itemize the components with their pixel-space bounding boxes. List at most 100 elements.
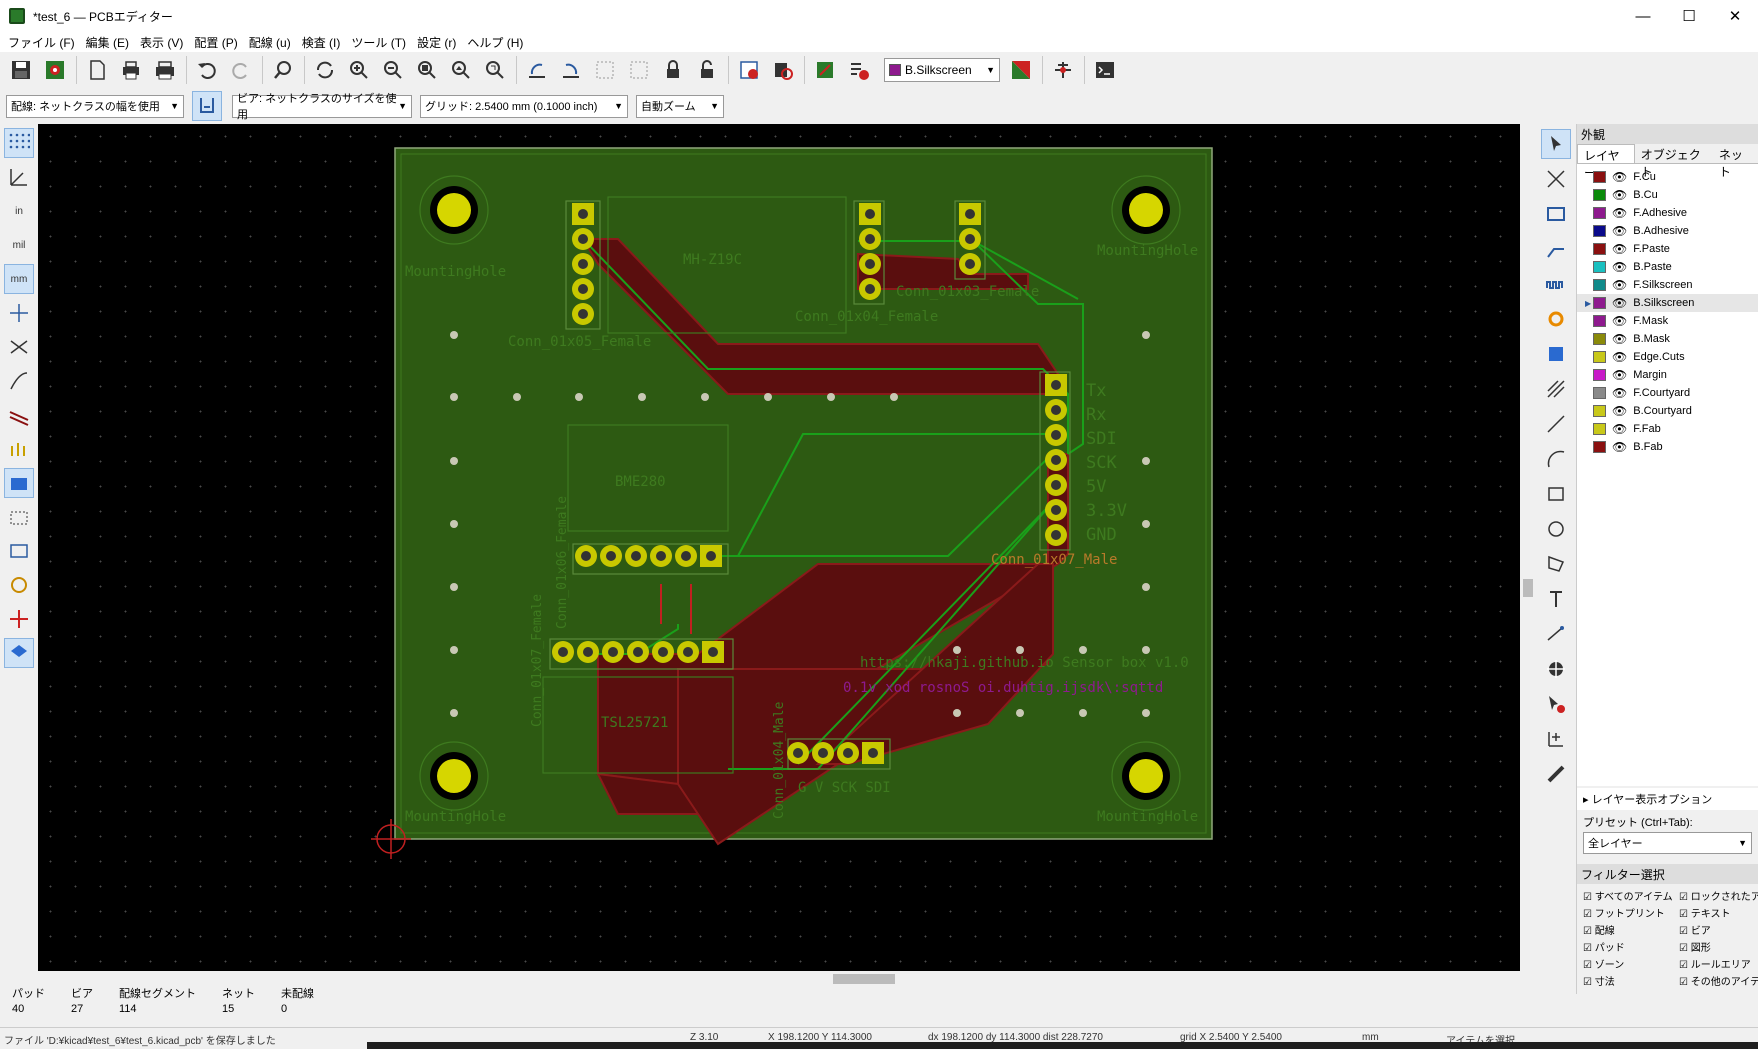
layer-color-swatch[interactable]: [1593, 171, 1606, 183]
layer-row[interactable]: 👁 Margin: [1577, 366, 1758, 384]
mirror-icon[interactable]: [590, 55, 620, 85]
layer-row[interactable]: 👁 F.Silkscreen: [1577, 276, 1758, 294]
filter-checkbox[interactable]: ☑ ルールエリア: [1679, 956, 1758, 971]
save-icon[interactable]: [6, 55, 36, 85]
draw-rectangle-icon[interactable]: [1541, 479, 1571, 509]
filter-checkbox[interactable]: ☑ フットプリント: [1583, 905, 1679, 920]
schematic-icon[interactable]: [1048, 55, 1078, 85]
menu-file[interactable]: ファイル (F): [8, 34, 75, 51]
layer-manager-icon[interactable]: [4, 638, 34, 668]
filter-checkbox[interactable]: ☑ テキスト: [1679, 905, 1758, 920]
layer-row[interactable]: 👁 B.Cu: [1577, 186, 1758, 204]
eye-icon[interactable]: 👁: [1612, 296, 1627, 310]
find-icon[interactable]: [268, 55, 298, 85]
filter-checkbox[interactable]: ☑ 寸法: [1583, 973, 1679, 988]
netlist-icon[interactable]: [734, 55, 764, 85]
polar-coords-icon[interactable]: [4, 162, 34, 192]
menu-place[interactable]: 配置 (P): [194, 34, 237, 51]
layer-color-swatch[interactable]: [1593, 261, 1606, 273]
layer-color-swatch[interactable]: [1593, 369, 1606, 381]
curved-ratsnest-icon[interactable]: [4, 366, 34, 396]
add-footprint-icon[interactable]: [1541, 199, 1571, 229]
filter-checkbox[interactable]: ☑ ロックされたアイ: [1679, 888, 1758, 903]
page-settings-icon[interactable]: [82, 55, 112, 85]
select-icon[interactable]: [1541, 129, 1571, 159]
layer-color-swatch[interactable]: [1593, 423, 1606, 435]
zoom-in-icon[interactable]: [344, 55, 374, 85]
eye-icon[interactable]: 👁: [1612, 404, 1627, 418]
menu-help[interactable]: ヘルプ (H): [467, 34, 523, 51]
print-icon[interactable]: [116, 55, 146, 85]
close-button[interactable]: ✕: [1712, 0, 1758, 32]
minimize-button[interactable]: —: [1620, 0, 1666, 32]
add-via-icon[interactable]: [1541, 304, 1571, 334]
grid-toggle-icon[interactable]: [4, 128, 34, 158]
zone-outline-icon[interactable]: [4, 502, 34, 532]
maximize-button[interactable]: ☐: [1666, 0, 1712, 32]
eye-icon[interactable]: 👁: [1612, 278, 1627, 292]
add-zone-icon[interactable]: [1541, 339, 1571, 369]
filter-checkbox[interactable]: ☑ ビア: [1679, 922, 1758, 937]
draw-polygon-icon[interactable]: [1541, 549, 1571, 579]
layer-color-swatch[interactable]: [1593, 405, 1606, 417]
draw-circle-icon[interactable]: [1541, 514, 1571, 544]
local-ratsnest-icon[interactable]: [1541, 164, 1571, 194]
delete-tool-icon[interactable]: [1541, 689, 1571, 719]
tab-nets[interactable]: ネット: [1713, 144, 1758, 179]
layer-row[interactable]: 👁 B.Courtyard: [1577, 402, 1758, 420]
draw-line-icon[interactable]: [1541, 409, 1571, 439]
preset-select[interactable]: 全レイヤー ▼: [1583, 832, 1752, 854]
unit-mil-button[interactable]: mil: [4, 230, 34, 260]
board-setup-icon[interactable]: [40, 55, 70, 85]
layer-row[interactable]: ▶ 👁 B.Silkscreen: [1577, 294, 1758, 312]
unlock-icon[interactable]: [692, 55, 722, 85]
filter-checkbox[interactable]: ☑ すべてのアイテム: [1583, 888, 1679, 903]
track-width-select[interactable]: 配線: ネットクラスの幅を使用 ▼: [6, 94, 184, 118]
plot-icon[interactable]: [150, 55, 180, 85]
filter-checkbox[interactable]: ☑ パッド: [1583, 939, 1679, 954]
rotate-cw-icon[interactable]: [556, 55, 586, 85]
flip-icon[interactable]: [624, 55, 654, 85]
undo-icon[interactable]: [192, 55, 222, 85]
eye-icon[interactable]: 👁: [1612, 314, 1627, 328]
filter-checkbox[interactable]: ☑ 配線: [1583, 922, 1679, 937]
menu-inspect[interactable]: 検査 (I): [302, 34, 341, 51]
tab-objects[interactable]: オブジェクト: [1635, 144, 1713, 179]
horizontal-scrollbar[interactable]: [38, 971, 1520, 987]
eye-icon[interactable]: 👁: [1612, 386, 1627, 400]
unit-inch-button[interactable]: in: [4, 196, 34, 226]
menu-view[interactable]: 表示 (V): [140, 34, 183, 51]
zoom-out-icon[interactable]: [378, 55, 408, 85]
eye-icon[interactable]: 👁: [1612, 206, 1627, 220]
via-size-select[interactable]: ビア: ネットクラスのサイズを使用 ▼: [232, 93, 412, 121]
layer-row[interactable]: 👁 Edge.Cuts: [1577, 348, 1758, 366]
layer-row[interactable]: 👁 F.Adhesive: [1577, 204, 1758, 222]
eye-icon[interactable]: 👁: [1612, 422, 1627, 436]
eye-icon[interactable]: 👁: [1612, 332, 1627, 346]
eye-icon[interactable]: 👁: [1612, 224, 1627, 238]
add-dimension-icon[interactable]: [1541, 619, 1571, 649]
measure-icon[interactable]: [1541, 759, 1571, 789]
filter-checkbox[interactable]: ☑ その他のアイテ: [1679, 973, 1758, 988]
pcb-canvas[interactable]: MountingHole MountingHole MountingHole M…: [38, 124, 1520, 971]
scripting-console-icon[interactable]: [1090, 55, 1120, 85]
eye-icon[interactable]: 👁: [1612, 350, 1627, 364]
drc-icon[interactable]: [844, 55, 874, 85]
via-display-icon[interactable]: [4, 434, 34, 464]
layer-color-swatch[interactable]: [1593, 207, 1606, 219]
redo-icon[interactable]: [226, 55, 256, 85]
zoom-fit-icon[interactable]: [412, 55, 442, 85]
grid-select[interactable]: グリッド: 2.5400 mm (0.1000 inch) ▼: [420, 94, 628, 118]
tune-length-icon[interactable]: [1541, 269, 1571, 299]
layer-row[interactable]: 👁 B.Mask: [1577, 330, 1758, 348]
layer-display-options-toggle[interactable]: ▸ レイヤー表示オプション: [1577, 788, 1758, 810]
rotate-ccw-icon[interactable]: [522, 55, 552, 85]
add-text-icon[interactable]: [1541, 584, 1571, 614]
layer-color-swatch[interactable]: [1593, 441, 1606, 453]
footprint-browser-icon[interactable]: [768, 55, 798, 85]
add-target-icon[interactable]: [1541, 654, 1571, 684]
layer-color-swatch[interactable]: [1593, 297, 1606, 309]
layer-row[interactable]: 👁 F.Courtyard: [1577, 384, 1758, 402]
menu-edit[interactable]: 編集 (E): [86, 34, 129, 51]
draw-arc-icon[interactable]: [1541, 444, 1571, 474]
